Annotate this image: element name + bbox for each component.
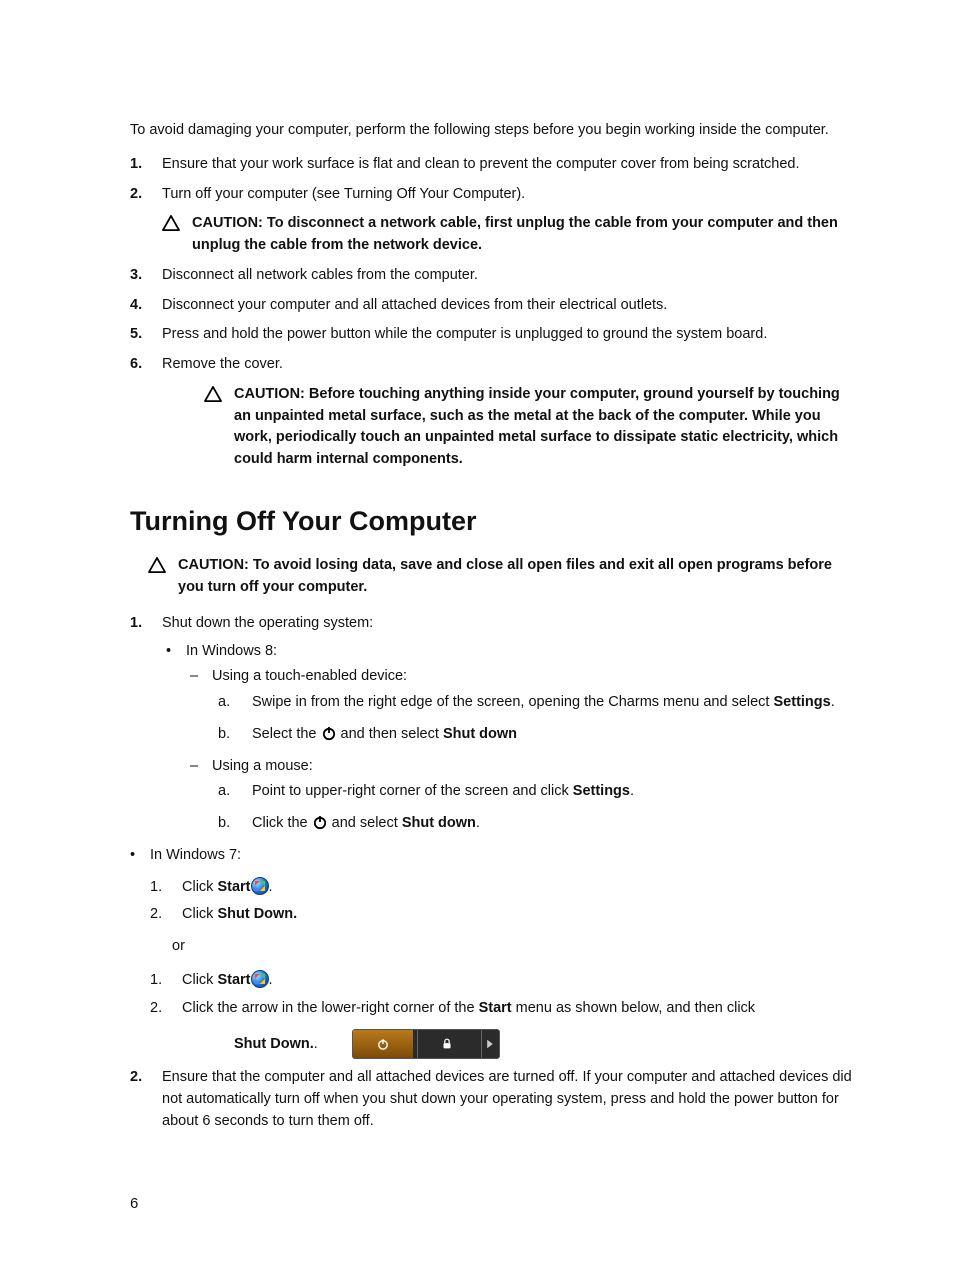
shut-down-label: Shut down — [402, 815, 476, 831]
page-number: 6 — [130, 1193, 854, 1216]
win7b-step-2: Click the arrow in the lower-right corne… — [150, 998, 854, 1060]
step-5: Press and hold the power button while th… — [130, 324, 854, 346]
mouse-steps: Point to upper-right corner of the scree… — [218, 781, 854, 835]
win7-steps-b: Click Start. Click the arrow in the lowe… — [150, 970, 854, 1060]
caution-network: CAUTION: To disconnect a network cable, … — [162, 213, 854, 257]
shutdown-step-1-text: Shut down the operating system: — [162, 615, 373, 631]
step-6: Remove the cover. CAUTION: Before touchi… — [130, 354, 854, 471]
mouse-method-label: Using a mouse: — [212, 758, 313, 774]
shut-down-final-label: Shut Down. — [234, 1036, 314, 1052]
mouse-step-b: Click the and select Shut down. — [218, 813, 854, 835]
shutdown-step-2: Ensure that the computer and all attache… — [130, 1067, 854, 1132]
caution-ground-text: CAUTION: Before touching anything inside… — [234, 384, 854, 471]
shut-down-label: Shut down — [443, 726, 517, 742]
windows-8-item: In Windows 8: Using a touch-enabled devi… — [162, 641, 854, 835]
caution-data-loss: CAUTION: To avoid losing data, save and … — [148, 555, 854, 599]
start-label: Start — [217, 972, 250, 988]
win7-steps-a: Click Start. Click Shut Down. — [150, 877, 854, 927]
mouse-method: Using a mouse: Point to upper-right corn… — [186, 756, 854, 835]
touch-method: Using a touch-enabled device: Swipe in f… — [186, 666, 854, 745]
step-1: Ensure that your work surface is flat an… — [130, 154, 854, 176]
step-2-text: Turn off your computer (see Turning Off … — [162, 186, 525, 202]
section-heading: Turning Off Your Computer — [130, 501, 854, 542]
shutdown-steps-list: Shut down the operating system: In Windo… — [130, 613, 854, 1133]
caution-triangle-icon — [148, 555, 168, 599]
settings-label: Settings — [573, 783, 630, 799]
os-list: In Windows 8: Using a touch-enabled devi… — [162, 641, 854, 1060]
step-2: Turn off your computer (see Turning Off … — [130, 184, 854, 257]
start-label: Start — [217, 879, 250, 895]
start-menu-label: Start — [479, 1000, 512, 1016]
win8-methods: Using a touch-enabled device: Swipe in f… — [186, 666, 854, 835]
windows-7-label: In Windows 7: — [150, 847, 241, 863]
touch-step-b: Select the and then select Shut down — [218, 724, 854, 746]
caution-triangle-icon — [162, 213, 182, 257]
caution-data-loss-text: CAUTION: To avoid losing data, save and … — [178, 555, 854, 599]
windows-7-item: In Windows 7: Click Start. Click Shut Do… — [126, 845, 854, 1060]
power-icon — [312, 814, 328, 830]
win7a-step-2: Click Shut Down. — [150, 904, 854, 926]
win7b-step-1: Click Start. — [150, 970, 854, 992]
caution-ground: CAUTION: Before touching anything inside… — [168, 384, 854, 471]
power-segment — [353, 1030, 413, 1058]
shutdown-step-1: Shut down the operating system: In Windo… — [130, 613, 854, 1060]
win7a-step-1: Click Start. — [150, 877, 854, 899]
windows-8-label: In Windows 8: — [186, 643, 277, 659]
intro-paragraph: To avoid damaging your computer, perform… — [130, 120, 854, 142]
step-6-text: Remove the cover. — [162, 356, 283, 372]
settings-label: Settings — [774, 694, 831, 710]
step-3: Disconnect all network cables from the c… — [130, 265, 854, 287]
touch-step-a: Swipe in from the right edge of the scre… — [218, 692, 854, 714]
touch-steps: Swipe in from the right edge of the scre… — [218, 692, 854, 746]
lock-segment — [417, 1030, 477, 1058]
shut-down-label: Shut Down. — [217, 906, 297, 922]
touch-method-label: Using a touch-enabled device: — [212, 668, 407, 684]
power-icon — [321, 725, 337, 741]
start-orb-icon — [251, 877, 269, 895]
or-separator: or — [152, 936, 854, 958]
mouse-step-a: Point to upper-right corner of the scree… — [218, 781, 854, 803]
caution-triangle-icon — [204, 384, 224, 471]
step-4: Disconnect your computer and all attache… — [130, 295, 854, 317]
start-orb-icon — [251, 970, 269, 988]
prep-steps-list: Ensure that your work surface is flat an… — [130, 154, 854, 471]
arrow-segment — [481, 1030, 499, 1058]
shutdown-bar-graphic — [352, 1029, 500, 1059]
caution-network-text: CAUTION: To disconnect a network cable, … — [192, 213, 854, 257]
